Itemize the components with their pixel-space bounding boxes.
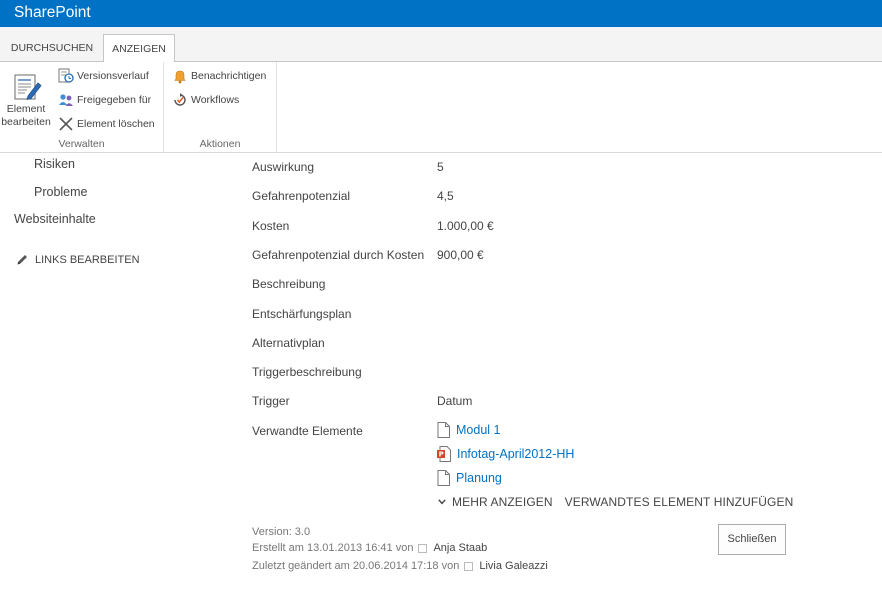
version-info: Version: 3.0	[252, 526, 310, 538]
nav-item-probleme[interactable]: Probleme	[34, 185, 88, 199]
field-row: Kosten 1.000,00 €	[252, 219, 812, 239]
field-row: Gefahrenpotenzial durch Kosten 900,00 €	[252, 248, 812, 268]
document-icon	[437, 470, 450, 486]
edit-item-label-line1: Element	[6, 103, 46, 115]
related-item-name: Planung	[456, 471, 502, 485]
field-row: Triggerbeschreibung	[252, 365, 812, 385]
workflows-label: Workflows	[191, 94, 240, 106]
suite-bar: SharePoint	[0, 0, 882, 27]
field-value: 5	[437, 160, 444, 174]
field-label: Auswirkung	[252, 160, 315, 174]
workflows-button[interactable]: Workflows	[172, 90, 239, 110]
svg-text:P: P	[439, 451, 444, 459]
group-divider	[276, 62, 277, 152]
related-actions: MEHR ANZEIGEN VERWANDTES ELEMENT HINZUFÜ…	[438, 495, 793, 509]
related-item-name: Modul 1	[456, 423, 501, 437]
field-row: Auswirkung 5	[252, 160, 812, 180]
created-text: Erstellt am 13.01.2013 16:41 von	[252, 542, 414, 554]
related-item-link[interactable]: Modul 1	[437, 422, 500, 438]
field-row: Entschärfungsplan	[252, 307, 812, 327]
version-text: Version: 3.0	[252, 526, 311, 538]
chevron-down-icon	[438, 499, 446, 505]
presence-icon	[418, 543, 428, 553]
field-value: 4,5	[437, 189, 454, 203]
document-icon	[437, 422, 450, 438]
delete-x-icon	[59, 117, 73, 131]
field-label: Verwandte Elemente	[252, 424, 363, 438]
version-history-icon	[58, 68, 74, 83]
related-item-name: Infotag-April2012-HH	[457, 447, 575, 461]
field-value: Datum	[437, 394, 473, 408]
field-label: Gefahrenpotenzial	[252, 189, 351, 203]
delete-item-button[interactable]: Element löschen	[58, 114, 155, 134]
field-row: Beschreibung	[252, 277, 812, 297]
field-value: 900,00 €	[437, 248, 484, 262]
field-label: Kosten	[252, 219, 290, 233]
field-row: Gefahrenpotenzial 4,5	[252, 189, 812, 209]
alert-me-label: Benachrichtigen	[191, 70, 267, 82]
powerpoint-icon: P	[437, 446, 451, 462]
field-label: Gefahrenpotenzial durch Kosten	[252, 248, 425, 262]
field-row: Alternativplan	[252, 336, 812, 356]
pencil-icon	[17, 255, 27, 265]
created-info: Erstellt am 13.01.2013 16:41 von Anja St…	[252, 542, 487, 554]
field-label: Entschärfungsplan	[252, 307, 352, 321]
shared-with-label: Freigegeben für	[77, 94, 152, 106]
show-more-button[interactable]: MEHR ANZEIGEN	[452, 495, 553, 509]
close-button[interactable]: Schließen	[718, 524, 786, 555]
edit-item-button[interactable]: Element bearbeiten	[0, 68, 52, 130]
field-label: Alternativplan	[252, 336, 325, 350]
group-label-aktionen: Aktionen	[199, 138, 241, 150]
edit-links-label: LINKS BEARBEITEN	[35, 253, 140, 266]
edit-item-label-line2: bearbeiten	[1, 116, 51, 128]
edit-item-icon	[14, 74, 42, 101]
brand-title[interactable]: SharePoint	[14, 4, 91, 22]
nav-item-websiteinhalte[interactable]: Websiteinhalte	[14, 212, 96, 226]
related-item-link[interactable]: Planung	[437, 470, 502, 486]
created-by-user[interactable]: Anja Staab	[433, 542, 487, 554]
shared-with-icon	[59, 94, 73, 106]
bell-icon	[174, 70, 186, 84]
field-value: 1.000,00 €	[437, 219, 494, 233]
tab-anzeigen[interactable]: ANZEIGEN	[103, 34, 175, 63]
delete-item-label: Element löschen	[77, 118, 155, 130]
tab-durchsuchen[interactable]: DURCHSUCHEN	[4, 34, 100, 62]
modified-by-user[interactable]: Livia Galeazzi	[479, 560, 547, 572]
field-label: Trigger	[252, 394, 290, 408]
group-label-verwalten: Verwalten	[58, 138, 105, 150]
ribbon-body: Element bearbeiten Versionsverlauf Freig…	[0, 62, 882, 153]
ribbon-tabs: DURCHSUCHEN ANZEIGEN	[0, 27, 882, 63]
modified-info: Zuletzt geändert am 20.06.2014 17:18 von…	[252, 560, 548, 572]
nav-item-risiken[interactable]: Risiken	[34, 157, 75, 171]
field-row: Verwandte Elemente	[252, 424, 812, 444]
shared-with-button[interactable]: Freigegeben für	[58, 90, 151, 110]
workflow-icon	[174, 93, 186, 106]
add-related-item-button[interactable]: VERWANDTES ELEMENT HINZUFÜGEN	[565, 495, 794, 509]
related-item-link[interactable]: P Infotag-April2012-HH	[437, 446, 574, 462]
version-history-button[interactable]: Versionsverlauf	[58, 66, 149, 86]
version-history-label: Versionsverlauf	[77, 70, 149, 82]
alert-me-button[interactable]: Benachrichtigen	[172, 66, 266, 86]
edit-links-button[interactable]: LINKS BEARBEITEN	[16, 253, 140, 266]
presence-icon	[464, 561, 474, 571]
field-label: Triggerbeschreibung	[252, 365, 362, 379]
modified-text: Zuletzt geändert am 20.06.2014 17:18 von	[252, 560, 460, 572]
field-label: Beschreibung	[252, 277, 326, 291]
field-row: Trigger Datum	[252, 394, 812, 414]
